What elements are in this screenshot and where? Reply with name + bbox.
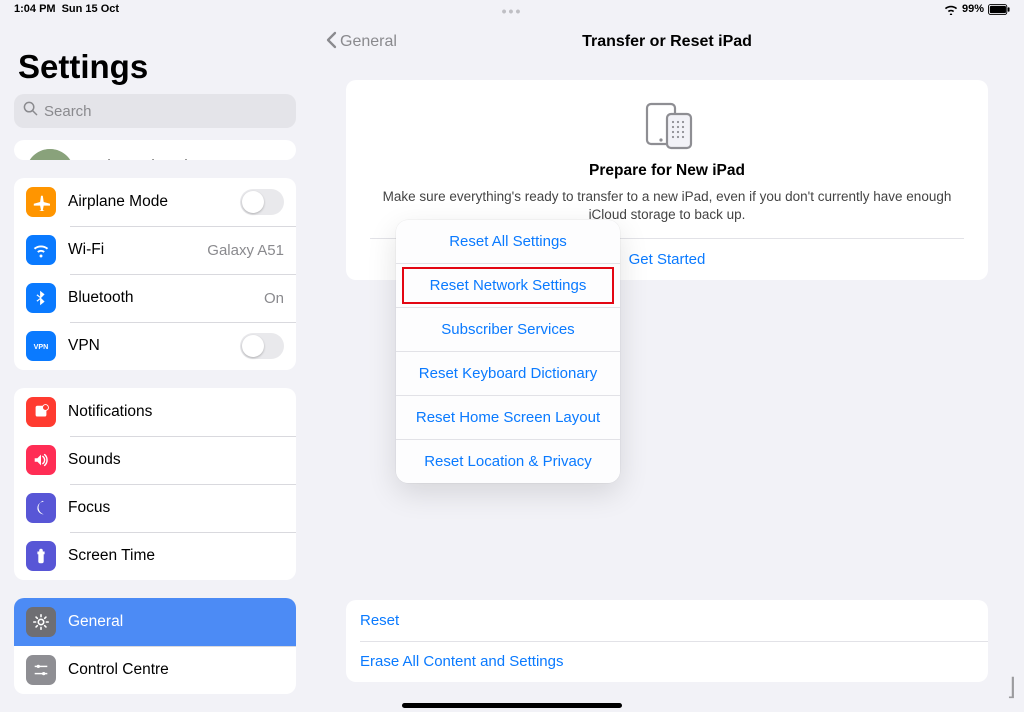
nav-header: General Transfer or Reset iPad — [310, 18, 1024, 66]
prepare-desc: Make sure everything's ready to transfer… — [370, 188, 964, 224]
sidebar-item-label: Control Centre — [68, 661, 284, 679]
popover-item[interactable]: Reset Home Screen Layout — [396, 395, 620, 439]
sidebar-item-focus[interactable]: Focus — [14, 484, 296, 532]
wifi-icon — [26, 235, 56, 265]
vpn-toggle[interactable] — [240, 333, 284, 359]
svg-text:VPN: VPN — [34, 343, 49, 351]
popover-item[interactable]: Reset All Settings — [396, 220, 620, 263]
chevron-left-icon — [326, 31, 337, 54]
sidebar-item-airplane[interactable]: Airplane Mode — [14, 178, 296, 226]
airplane-icon — [26, 187, 56, 217]
sidebar-item-label: Screen Time — [68, 547, 284, 565]
sidebar-item-vpn[interactable]: VPN VPN — [14, 322, 296, 370]
battery-icon — [988, 4, 1010, 15]
sidebar-group: Notifications Sounds Focus Screen Time — [14, 388, 296, 580]
sidebar-item-label: Wi-Fi — [68, 241, 195, 259]
account-name: Ashutosh Srivastava — [86, 157, 267, 161]
reset-card: Reset Erase All Content and Settings — [346, 600, 988, 682]
back-label: General — [340, 33, 397, 51]
sidebar-item-notifications[interactable]: Notifications — [14, 388, 296, 436]
status-date: Sun 15 Oct — [62, 3, 119, 15]
screentime-icon — [26, 541, 56, 571]
sidebar-item-value: On — [264, 290, 284, 307]
search-input[interactable] — [14, 94, 296, 128]
bluetooth-icon — [26, 283, 56, 313]
airplane-toggle[interactable] — [240, 189, 284, 215]
sidebar-item-screentime[interactable]: Screen Time — [14, 532, 296, 580]
sidebar-item-bluetooth[interactable]: Bluetooth On — [14, 274, 296, 322]
reset-popover: Reset All SettingsReset Network Settings… — [396, 220, 620, 483]
focus-icon — [26, 493, 56, 523]
status-time: 1:04 PM — [14, 3, 56, 15]
controlcentre-icon — [26, 655, 56, 685]
popover-item[interactable]: Reset Network Settings — [396, 263, 620, 307]
avatar — [26, 149, 74, 160]
account-card: Ashutosh Srivastava Apple ID, iCloud, Me… — [14, 140, 296, 160]
search-text[interactable] — [44, 103, 287, 120]
sidebar: Settings Ashutosh Srivastava Apple ID, i… — [0, 0, 310, 712]
status-battery-pct: 99% — [962, 3, 984, 15]
erase-button[interactable]: Erase All Content and Settings — [346, 641, 988, 682]
sidebar-item-label: Sounds — [68, 451, 284, 469]
general-icon — [26, 607, 56, 637]
prepare-heading: Prepare for New iPad — [370, 162, 964, 180]
popover-item[interactable]: Subscriber Services — [396, 307, 620, 351]
multitask-dots-icon[interactable]: ••• — [502, 3, 523, 19]
popover-item[interactable]: Reset Keyboard Dictionary — [396, 351, 620, 395]
sidebar-item-label: Airplane Mode — [68, 193, 228, 211]
nav-title: Transfer or Reset iPad — [582, 33, 752, 51]
sounds-icon — [26, 445, 56, 475]
vpn-icon: VPN — [26, 331, 56, 361]
status-bar: 1:04 PM Sun 15 Oct ••• 99% — [0, 0, 1024, 18]
notifications-icon — [26, 397, 56, 427]
page-title: Settings — [0, 24, 310, 94]
sidebar-item-general[interactable]: General — [14, 598, 296, 646]
sidebar-item-label: VPN — [68, 337, 228, 355]
sidebar-item-value: Galaxy A51 — [207, 242, 284, 259]
sidebar-item-wifi[interactable]: Wi-Fi Galaxy A51 — [14, 226, 296, 274]
reset-button[interactable]: Reset — [346, 600, 988, 641]
devices-icon — [370, 100, 964, 152]
home-indicator[interactable] — [402, 703, 622, 708]
sidebar-group: General Control Centre — [14, 598, 296, 694]
sidebar-item-sounds[interactable]: Sounds — [14, 436, 296, 484]
artifact-corner-icon: ⌋ — [1007, 673, 1016, 702]
sidebar-item-label: Bluetooth — [68, 289, 252, 307]
sidebar-item-appleid[interactable]: Ashutosh Srivastava Apple ID, iCloud, Me… — [14, 140, 296, 160]
sidebar-item-label: Notifications — [68, 403, 284, 421]
sidebar-item-label: Focus — [68, 499, 284, 517]
wifi-icon — [944, 4, 958, 15]
popover-item[interactable]: Reset Location & Privacy — [396, 439, 620, 483]
sidebar-group: Airplane Mode Wi-Fi Galaxy A51 Bluetooth On V… — [14, 178, 296, 370]
sidebar-item-label: General — [68, 613, 284, 631]
sidebar-item-controlcentre[interactable]: Control Centre — [14, 646, 296, 694]
search-icon — [23, 101, 38, 121]
back-button[interactable]: General — [326, 31, 397, 54]
